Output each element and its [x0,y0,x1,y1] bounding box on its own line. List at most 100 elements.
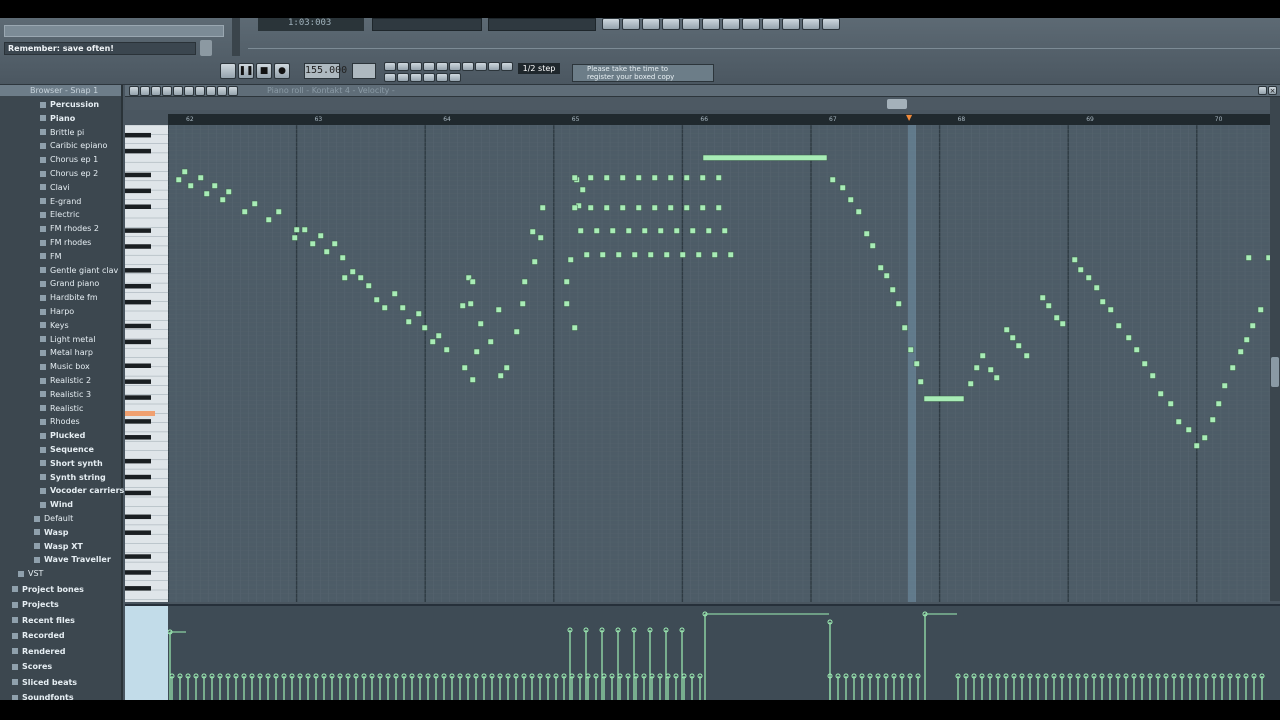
note[interactable] [469,376,476,383]
browser-item[interactable]: Metal harp [0,346,121,359]
snap-selector[interactable]: 1/2 step [518,63,560,74]
black-key[interactable] [125,570,151,575]
note[interactable] [317,232,324,239]
note[interactable] [603,174,610,181]
note[interactable] [641,227,648,234]
note[interactable] [917,378,924,385]
black-key[interactable] [125,419,151,424]
browser-item[interactable]: Short synth [0,457,121,470]
note[interactable] [529,228,536,235]
note[interactable] [309,240,316,247]
note[interactable] [1093,284,1100,291]
note[interactable] [421,324,428,331]
browser-item[interactable]: Soundfonts [0,691,121,700]
note[interactable] [603,204,610,211]
note[interactable] [705,227,712,234]
option-button[interactable] [397,72,409,82]
note[interactable] [889,286,896,293]
note[interactable] [1023,352,1030,359]
black-key[interactable] [125,435,151,440]
browser-item[interactable]: Vocoder carriers [0,484,124,497]
note[interactable] [175,176,182,183]
note[interactable] [1215,400,1222,407]
mute-icon[interactable] [184,86,194,96]
pattern-selector[interactable] [352,63,376,79]
timeline-ruler[interactable]: 62 63 64 65 66 67 68 69 70 ▼ [168,113,1270,125]
note[interactable] [339,254,346,261]
note[interactable] [651,174,658,181]
black-key[interactable] [125,148,151,154]
note[interactable] [993,374,1000,381]
note[interactable] [1201,434,1208,441]
note[interactable] [651,204,658,211]
browser-item[interactable]: Sliced beats [0,676,121,689]
black-key[interactable] [125,339,151,345]
browser-item[interactable]: Chorus ep 1 [0,153,121,166]
velocity-panel[interactable] [125,604,1280,700]
note[interactable] [521,278,528,285]
note[interactable] [721,227,728,234]
note[interactable] [459,302,466,309]
browser-item[interactable]: Realistic 2 [0,374,121,387]
note[interactable] [181,168,188,175]
note[interactable] [495,306,502,313]
browser-item[interactable]: Sequence [0,443,121,456]
hint-scroll-icon[interactable] [200,40,212,56]
note[interactable] [895,300,902,307]
note[interactable] [635,204,642,211]
option-button[interactable] [436,62,448,71]
note[interactable] [615,251,622,258]
note[interactable] [341,274,348,281]
note[interactable] [571,324,578,331]
browser-item[interactable]: Realistic [0,402,121,415]
select-icon[interactable] [206,86,216,96]
note[interactable] [667,204,674,211]
slice-icon[interactable] [195,86,205,96]
piano-keyboard[interactable] [125,124,168,602]
note[interactable] [291,234,298,241]
browser-item[interactable]: Electric [0,208,121,221]
note[interactable] [513,328,520,335]
browser-item[interactable]: Plucked [0,429,121,442]
browser-item[interactable]: Projects [0,598,121,611]
note[interactable] [579,186,586,193]
black-key[interactable] [125,490,151,496]
browser-item[interactable]: Wave Traveller [0,553,121,566]
note[interactable] [987,366,994,373]
maximize-icon[interactable] [1258,86,1267,95]
note[interactable] [331,240,338,247]
browser-item[interactable]: Wind [0,498,121,511]
note[interactable] [839,184,846,191]
note[interactable] [225,188,232,195]
note[interactable] [381,304,388,311]
long-note[interactable] [702,154,828,161]
note[interactable] [1245,254,1252,261]
option-button[interactable] [384,72,396,82]
note[interactable] [1003,326,1010,333]
note[interactable] [467,300,474,307]
browser-item[interactable]: Wasp XT [0,540,121,553]
black-key[interactable] [125,228,151,233]
note[interactable] [1157,390,1164,397]
note[interactable] [907,346,914,353]
note[interactable] [1229,364,1236,371]
option-button[interactable] [397,62,409,71]
note[interactable] [647,251,654,258]
note[interactable] [203,190,210,197]
option-button[interactable] [501,62,513,71]
browser-item[interactable]: Recent files [0,614,121,627]
shortcut-button[interactable] [782,18,800,30]
tip-box[interactable]: Please take the time to register your bo… [572,64,714,82]
black-key[interactable] [125,204,151,210]
note[interactable] [829,176,836,183]
note[interactable] [1059,320,1066,327]
shortcut-button[interactable] [702,18,720,30]
note[interactable] [497,372,504,379]
note[interactable] [689,227,696,234]
note[interactable] [583,251,590,258]
note[interactable] [631,251,638,258]
note[interactable] [1071,256,1078,263]
note[interactable] [1243,336,1250,343]
note[interactable] [877,264,884,271]
stop-button[interactable]: ■ [256,63,272,79]
